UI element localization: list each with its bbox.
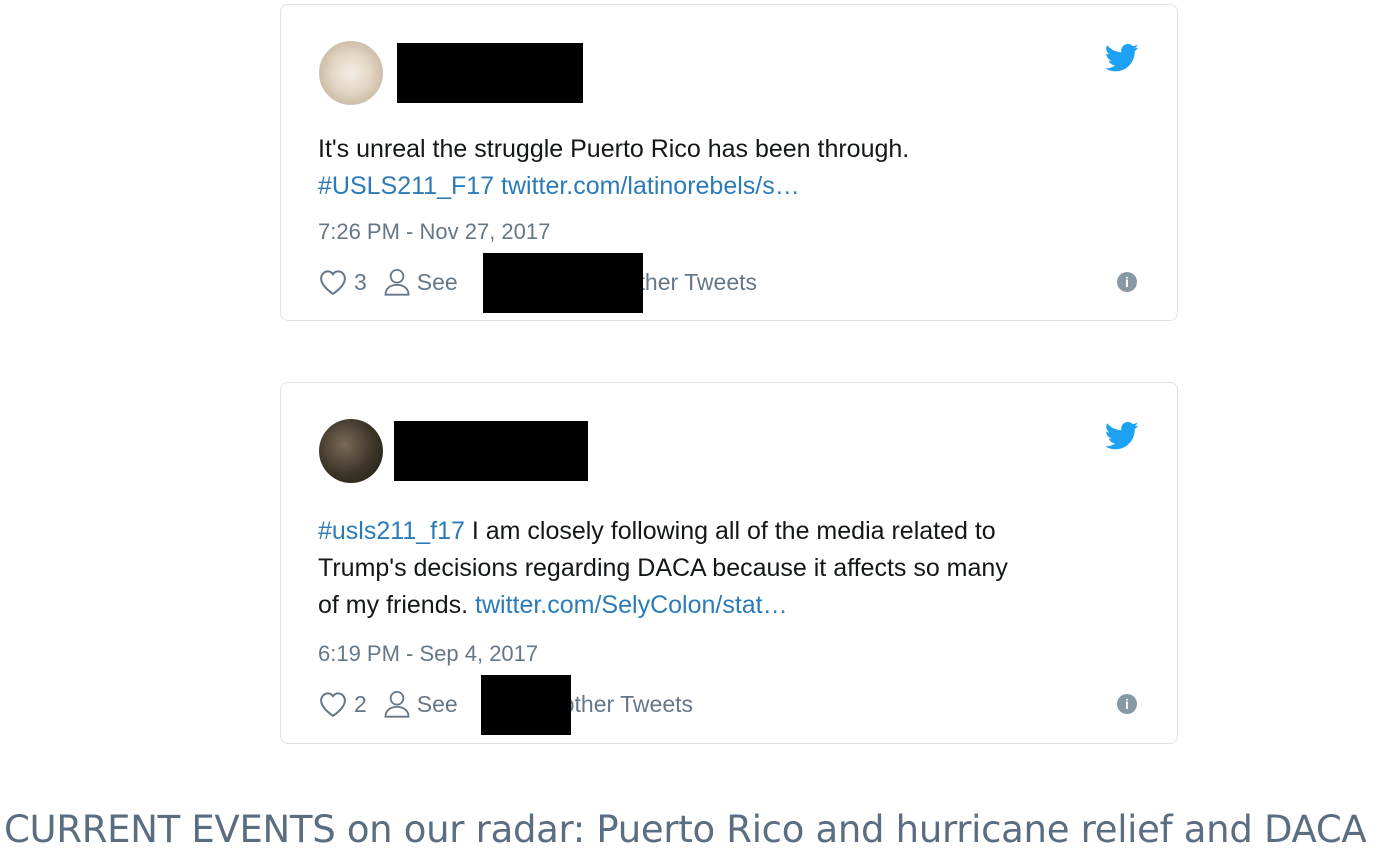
person-icon[interactable] [383, 689, 411, 719]
info-icon[interactable]: i [1117, 272, 1137, 292]
like-count: 3 [354, 268, 367, 295]
url-link[interactable]: twitter.com/SelyColon/stat… [475, 591, 788, 619]
like-count: 2 [354, 690, 367, 717]
redacted-username [397, 43, 583, 103]
tweet-text: #usls211_f17 I am closely following all … [318, 513, 1008, 624]
url-link[interactable]: twitter.com/latinorebels/s… [501, 172, 800, 200]
tweet-card[interactable]: It's unreal the struggle Puerto Rico has… [280, 4, 1178, 321]
tweet-timestamp[interactable]: 7:26 PM - Nov 27, 2017 [318, 219, 550, 245]
tweet-body-line: I am closely following all of the media … [471, 517, 996, 545]
heart-icon[interactable] [318, 268, 348, 296]
see-author-label[interactable]: See [417, 269, 458, 296]
heart-icon[interactable] [318, 690, 348, 718]
redacted-username [394, 421, 588, 481]
avatar[interactable] [319, 41, 383, 105]
tweet-card[interactable]: #usls211_f17 I am closely following all … [280, 382, 1178, 744]
person-icon[interactable] [383, 267, 411, 297]
twitter-bird-icon[interactable] [1105, 421, 1139, 451]
tweet-text: It's unreal the struggle Puerto Rico has… [318, 131, 909, 205]
other-tweets-label[interactable]: other Tweets [562, 691, 693, 718]
tweet-body-line: of my friends. [318, 591, 469, 619]
redacted-author-name [483, 253, 643, 313]
redacted-author-name [481, 675, 571, 735]
tweet-timestamp[interactable]: 6:19 PM - Sep 4, 2017 [318, 641, 538, 667]
page-caption: CURRENT EVENTS on our radar: Puerto Rico… [4, 808, 1367, 851]
see-author-label[interactable]: See [417, 691, 458, 718]
info-icon[interactable]: i [1117, 694, 1137, 714]
hashtag-link[interactable]: #usls211_f17 [318, 517, 465, 545]
tweet-body: It's unreal the struggle Puerto Rico has… [318, 135, 910, 163]
avatar[interactable] [319, 419, 383, 483]
twitter-bird-icon[interactable] [1105, 43, 1139, 73]
other-tweets-label[interactable]: other Tweets [626, 269, 757, 296]
hashtag-link[interactable]: #USLS211_F17 [318, 172, 494, 200]
tweet-body-line: Trump's decisions regarding DACA because… [318, 554, 1008, 582]
